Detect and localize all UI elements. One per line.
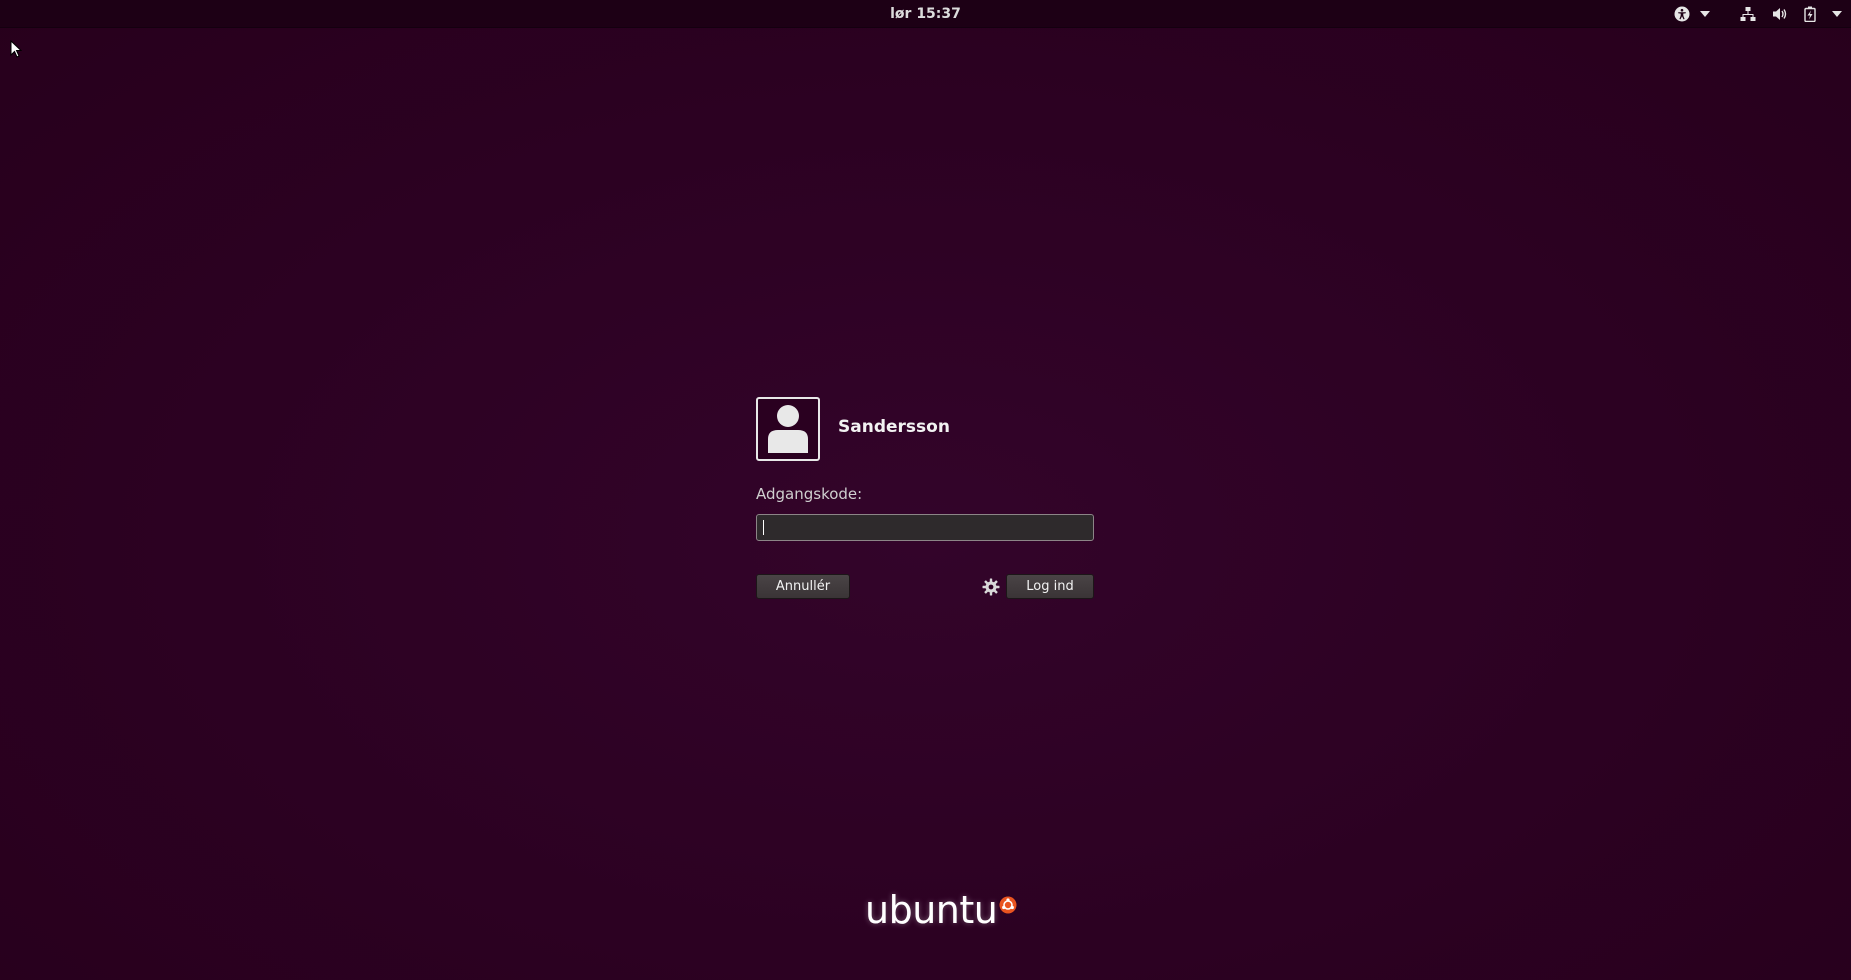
avatar — [756, 397, 820, 461]
user-icon — [766, 401, 810, 457]
system-menu[interactable] — [1740, 0, 1842, 28]
gear-icon[interactable] — [982, 578, 1000, 596]
top-bar: lør 15:37 — [0, 0, 1851, 28]
volume-icon — [1772, 6, 1788, 22]
logo-text: ubuntu — [865, 888, 998, 932]
accessibility-icon — [1674, 6, 1690, 22]
cancel-button[interactable]: Annullér — [756, 574, 850, 599]
chevron-down-icon — [1700, 11, 1710, 17]
battery-icon — [1804, 6, 1816, 22]
text-cursor — [763, 520, 764, 535]
accessibility-menu[interactable] — [1674, 0, 1710, 28]
login-screen: lør 15:37 Sandersson Adgangskode: Annull… — [0, 0, 1851, 980]
username-label: Sandersson — [838, 417, 950, 437]
password-input[interactable] — [756, 514, 1094, 541]
password-label: Adgangskode: — [756, 485, 863, 503]
login-button[interactable]: Log ind — [1006, 574, 1094, 599]
mouse-pointer-icon — [10, 39, 23, 62]
ubuntu-logo: ubuntu — [865, 890, 1017, 930]
chevron-down-icon — [1832, 11, 1842, 17]
ubuntu-circle-of-friends-icon — [999, 896, 1017, 918]
network-icon — [1740, 6, 1756, 22]
clock[interactable]: lør 15:37 — [890, 0, 961, 28]
